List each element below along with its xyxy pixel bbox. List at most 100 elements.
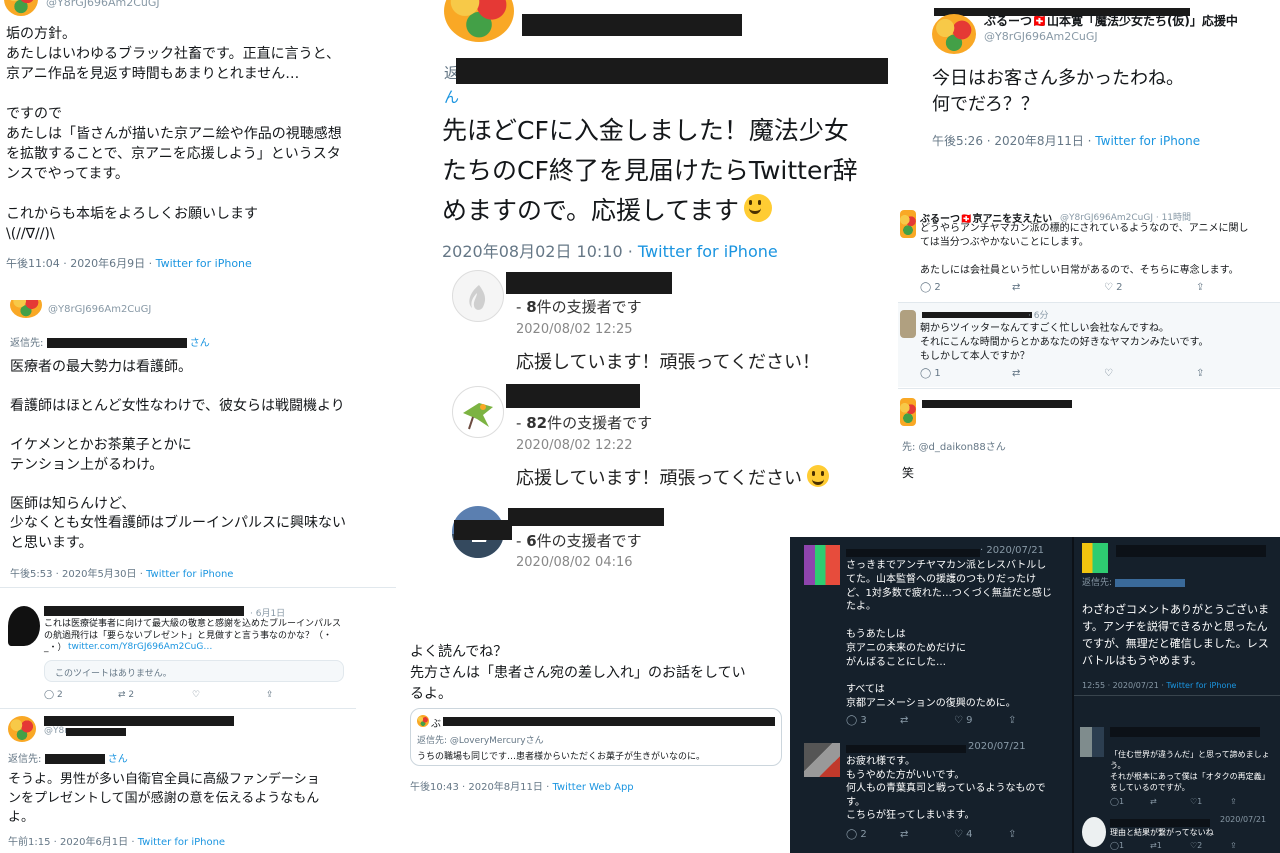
user-handle: @Y8rGJ696Am2CuGJ xyxy=(48,304,152,315)
like-action[interactable]: ♡1 xyxy=(1190,797,1230,806)
tweet-source-link[interactable]: Twitter Web App xyxy=(552,782,633,793)
redacted-name xyxy=(846,745,966,753)
redacted-name xyxy=(44,606,244,616)
retweet-action[interactable]: ⇄ xyxy=(1012,368,1104,379)
share-action[interactable]: ⇪ xyxy=(1196,368,1280,379)
tweet-text: そうよ。男性が多い自衛官全員に高級ファンデーショ ンをプレゼントして国が感謝の意… xyxy=(8,772,320,825)
redacted-name xyxy=(508,508,664,526)
tweet-source-link[interactable]: Twitter for iPhone xyxy=(638,242,778,261)
redacted-name xyxy=(506,384,640,408)
supporter-avatar-bird-icon[interactable] xyxy=(452,386,504,438)
user-avatar[interactable] xyxy=(8,606,40,646)
retweet-action[interactable]: ⇄1 xyxy=(1150,841,1190,850)
share-action[interactable]: ⇪ xyxy=(1196,282,1280,293)
quote-box[interactable]: このツイートはありません。 xyxy=(44,660,344,682)
tweet-time: 午後11:04 · 2020年6月9日 · xyxy=(6,257,156,270)
redacted-name xyxy=(922,400,1072,408)
retweet-action[interactable]: ⇄ xyxy=(900,829,954,840)
tweet-age: · 6分 xyxy=(1028,311,1049,321)
reply-action[interactable]: ◯ 2 xyxy=(44,690,118,700)
fruit-avatar[interactable] xyxy=(4,0,38,16)
redacted-handle xyxy=(44,754,105,764)
tweet-source-link[interactable]: Twitter for iPhone xyxy=(138,837,225,848)
reply-to-suffix: さん xyxy=(189,338,210,349)
supporter-avatar-flame-icon[interactable] xyxy=(452,270,504,322)
pixelated-avatar[interactable] xyxy=(804,545,840,585)
reply-action[interactable]: ◯ 3 xyxy=(846,715,900,726)
retweet-action[interactable]: ⇄ xyxy=(1012,282,1104,293)
supporter-date: 2020/08/02 04:16 xyxy=(516,555,633,570)
supporter-count: 8 xyxy=(526,298,537,316)
tweet-source-link[interactable]: Twitter for iPhone xyxy=(156,257,252,270)
fruit-avatar[interactable] xyxy=(932,14,976,54)
fruit-avatar[interactable] xyxy=(8,716,36,742)
retweet-action[interactable]: ⇄ 2 xyxy=(118,690,192,700)
tweet-panel-dark: · 2020/07/21 さっきまでアンチヤマカン派とレスバトルし てた。山本監… xyxy=(790,537,1280,853)
reply-to[interactable]: 先: @d_daikon88さん xyxy=(902,438,1006,453)
pixelated-avatar[interactable] xyxy=(1082,543,1108,573)
reply-action[interactable]: ◯1 xyxy=(1110,797,1150,806)
supporter-label: 件の支援者です xyxy=(536,532,642,550)
user-name[interactable]: ぶるーつ🇨🇭山本寛「魔法少女たち(仮)」応援中 xyxy=(984,12,1238,29)
tweet-text-line1: 先ほどCFに入金しました！魔法少女 xyxy=(442,116,849,145)
tweet-timestamp: 午後5:26 · 2020年8月11日 · Twitter for iPhone xyxy=(932,132,1200,149)
tweet-panel-customers: ぶるーつ🇨🇭山本寛「魔法少女たち(仮)」応援中 @Y8rGJ696Am2CuGJ… xyxy=(924,0,1280,168)
redacted-handle xyxy=(66,728,126,736)
share-action[interactable]: ⇪ xyxy=(1230,841,1250,850)
like-action[interactable]: ♡2 xyxy=(1190,841,1230,850)
reply-action[interactable]: ◯ 1 xyxy=(920,368,1012,379)
redacted-handle xyxy=(1114,578,1185,587)
tweet-panel-cf: 返 ん 先ほどCFに入金しました！魔法少女 たちのCF終了を見届けたらTwitt… xyxy=(438,0,898,600)
tweet-source-link[interactable]: Twitter for iPhone xyxy=(1166,681,1236,690)
retweet-action[interactable]: ⇄ xyxy=(900,715,954,726)
reply-action[interactable]: ◯1 xyxy=(1110,841,1150,850)
tweet-text: お疲れ様です。 もうやめた方がいいです。 何人もの青葉真司と戦っているようなもの… xyxy=(846,756,1046,821)
pixelated-avatar[interactable] xyxy=(1082,817,1106,847)
pixelated-avatar[interactable] xyxy=(1080,727,1104,757)
tweet-link[interactable]: twitter.com/Y8rGJ696Am2CuG… xyxy=(68,642,212,652)
like-action[interactable]: ♡ xyxy=(1104,368,1196,379)
share-action[interactable]: ⇪ xyxy=(1230,797,1250,806)
reply-action[interactable]: ◯ 2 xyxy=(920,282,1012,293)
tweet-time: 午前1:15 · 2020年6月1日 · xyxy=(8,837,138,848)
supporter-count: 82 xyxy=(526,414,548,432)
like-action[interactable]: ♡ 9 xyxy=(954,715,1008,726)
reply-action[interactable]: ◯ 2 xyxy=(846,829,900,840)
like-action[interactable]: ♡ 2 xyxy=(1104,282,1196,293)
fruit-avatar[interactable] xyxy=(900,210,916,238)
user-avatar[interactable] xyxy=(900,310,916,338)
tweet-time: 午後5:53 · 2020年5月30日 · xyxy=(10,569,147,580)
supporter-date: 2020/08/02 12:22 xyxy=(516,438,633,453)
fruit-avatar[interactable] xyxy=(10,300,42,318)
tweet-actions: ◯ 2 ⇄ ♡ 2 ⇪ xyxy=(920,282,1280,293)
fruit-avatar xyxy=(417,715,429,727)
tweet-date: 2020/07/21 xyxy=(968,741,1026,752)
tweet-source-link[interactable]: Twitter for iPhone xyxy=(146,569,233,580)
tweet-source-link[interactable]: Twitter for iPhone xyxy=(1095,134,1200,148)
redacted-reply xyxy=(456,58,888,84)
share-action[interactable]: ⇪ xyxy=(266,690,306,700)
share-action[interactable]: ⇪ xyxy=(1008,715,1038,726)
redacted-name xyxy=(506,272,672,294)
redacted-name xyxy=(1110,819,1210,827)
tweet-time: 12:55 · 2020/07/21 · xyxy=(1082,681,1167,690)
user-handle: @Y8r xyxy=(44,726,68,736)
tweet-time: 2020年08月02日 10:10 · xyxy=(442,242,638,261)
share-action[interactable]: ⇪ xyxy=(1008,829,1038,840)
tweet-text: わざわざコメントありがとうございま す。アンチを説得できるかと思ったん ですが、… xyxy=(1082,603,1269,667)
redacted-name xyxy=(1116,545,1266,557)
quoted-tweet[interactable]: ぶ 返信先: @LoveryMercuryさん うちの職場も同じです…患者様から… xyxy=(410,708,782,766)
pixelated-avatar[interactable] xyxy=(804,743,840,777)
like-action[interactable]: ♡ 4 xyxy=(954,829,1008,840)
reply-trail[interactable]: ん xyxy=(444,86,459,107)
fruit-avatar[interactable] xyxy=(444,0,514,42)
redacted-name xyxy=(44,716,234,726)
reply-to-suffix: さん xyxy=(107,754,128,765)
supporter-message: 応援しています！頑張ってください！ xyxy=(516,352,821,373)
tweet-panel-thread: ぶるーつ🇨🇭京アニを支えたい @Y8rGJ696Am2CuGJ · 11時間 ど… xyxy=(898,206,1280,496)
retweet-action[interactable]: ⇄ xyxy=(1150,797,1190,806)
tweet-date: · 2020/07/21 xyxy=(980,545,1044,556)
fruit-avatar[interactable] xyxy=(900,398,916,426)
like-action[interactable]: ♡ xyxy=(192,690,266,700)
user-handle: @Y8rGJ696Am2CuGJ xyxy=(46,0,160,9)
